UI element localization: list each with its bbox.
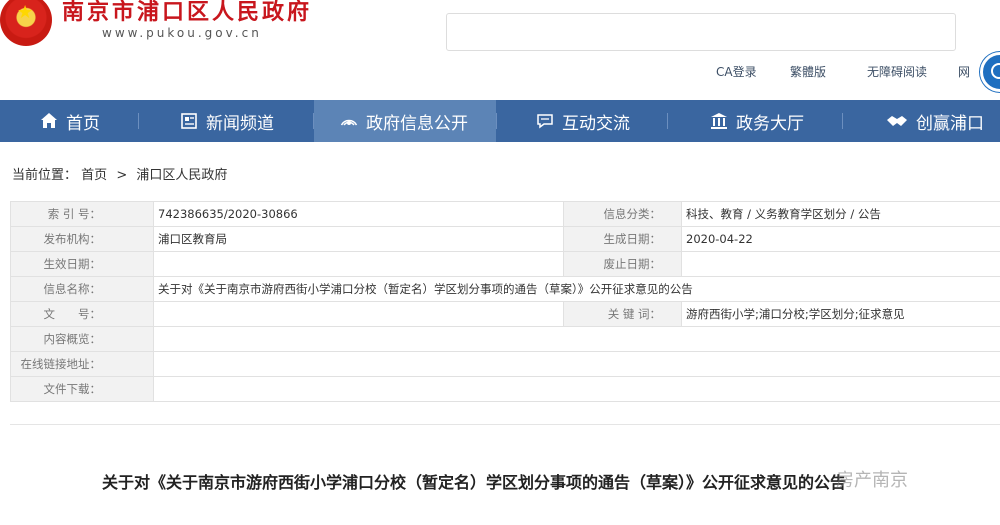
nav-win-pukou[interactable]: 创赢浦口 — [886, 100, 984, 142]
summary-label: 内容概览： — [11, 327, 154, 352]
home-icon — [40, 112, 58, 130]
site-title[interactable]: 南京市浦口区人民政府 — [62, 0, 312, 26]
watermark: 房产南京 — [836, 466, 908, 492]
publisher-label: 发布机构： — [11, 227, 154, 252]
table-row: 文 号： 关 键 词： 游府西街小学;浦口分校;学区划分;征求意见 — [11, 302, 1000, 327]
category-value: 科技、教育 / 义务教育学区划分 / 公告 — [682, 202, 1000, 227]
nav-label: 互动交流 — [562, 109, 630, 134]
nav-label: 首页 — [66, 109, 100, 134]
summary-value — [154, 327, 1000, 352]
table-row: 在线链接地址： — [11, 352, 1000, 377]
keywords-value: 游府西街小学;浦口分校;学区划分;征求意见 — [682, 302, 1000, 327]
repeal-label: 废止日期： — [564, 252, 682, 277]
breadcrumb: 当前位置： 首页 > 浦口区人民政府 — [12, 164, 227, 183]
link-value[interactable] — [154, 352, 1000, 377]
nav-gov-info[interactable]: 政府信息公开 — [314, 100, 496, 142]
created-value: 2020-04-22 — [682, 227, 1000, 252]
index-label: 索 引 号： — [11, 202, 154, 227]
doc-no-value — [154, 302, 564, 327]
accessibility-link[interactable]: 无障碍阅读 — [867, 63, 927, 80]
effective-label: 生效日期： — [11, 252, 154, 277]
breadcrumb-current[interactable]: 浦口区人民政府 — [136, 168, 227, 183]
nav-news[interactable]: 新闻频道 — [180, 100, 274, 142]
breadcrumb-separator: > — [116, 168, 127, 183]
ca-login-link[interactable]: CA登录 — [716, 63, 757, 80]
nav-home[interactable]: 首页 — [40, 100, 100, 142]
nav-label: 新闻频道 — [206, 109, 274, 134]
more-link[interactable]: 网 — [958, 63, 970, 80]
handshake-icon — [886, 112, 908, 130]
created-label: 生成日期： — [564, 227, 682, 252]
table-row: 内容概览： — [11, 327, 1000, 352]
doc-no-label: 文 号： — [11, 302, 154, 327]
link-label: 在线链接地址： — [11, 352, 154, 377]
table-row: 发布机构： 浦口区教育局 生成日期： 2020-04-22 — [11, 227, 1000, 252]
site-header: ★ 南京市浦口区人民政府 www.pukou.gov.cn CA登录 繁體版 无… — [0, 0, 1000, 100]
traditional-chinese-link[interactable]: 繁體版 — [790, 63, 826, 80]
nav-label: 政务大厅 — [736, 109, 804, 134]
nav-label: 政府信息公开 — [366, 109, 468, 134]
name-value: 关于对《关于南京市游府西街小学浦口分校（暂定名）学区划分事项的通告（草案）》公开… — [154, 277, 1000, 302]
broadcast-icon — [340, 112, 358, 130]
breadcrumb-home[interactable]: 首页 — [81, 168, 107, 183]
search-input[interactable] — [446, 13, 956, 51]
news-icon — [180, 112, 198, 130]
nav-interaction[interactable]: 互动交流 — [536, 100, 630, 142]
download-value[interactable] — [154, 377, 1000, 402]
nav-label: 创赢浦口 — [916, 109, 984, 134]
download-label: 文件下载： — [11, 377, 154, 402]
breadcrumb-prefix: 当前位置： — [12, 168, 77, 183]
chat-icon — [536, 112, 554, 130]
keywords-label: 关 键 词： — [564, 302, 682, 327]
repeal-value — [682, 252, 1000, 277]
table-row: 索 引 号： 742386635/2020-30866 信息分类： 科技、教育 … — [11, 202, 1000, 227]
main-nav: 首页 新闻频道 政府信息公开 互动交流 政务大厅 创赢浦口 — [0, 100, 1000, 142]
index-value: 742386635/2020-30866 — [154, 202, 564, 227]
table-row: 生效日期： 废止日期： — [11, 252, 1000, 277]
publisher-value: 浦口区教育局 — [154, 227, 564, 252]
effective-value — [154, 252, 564, 277]
table-row: 信息名称： 关于对《关于南京市游府西街小学浦口分校（暂定名）学区划分事项的通告（… — [11, 277, 1000, 302]
site-url: www.pukou.gov.cn — [102, 26, 262, 40]
category-label: 信息分类： — [564, 202, 682, 227]
table-row: 文件下载： — [11, 377, 1000, 402]
article-title: 关于对《关于南京市游府西街小学浦口分校（暂定名）学区划分事项的通告（草案）》公开… — [102, 469, 846, 493]
national-emblem-logo: ★ — [0, 0, 52, 46]
info-table: 索 引 号： 742386635/2020-30866 信息分类： 科技、教育 … — [10, 201, 1000, 402]
top-links: CA登录 繁體版 无障碍阅读 网 — [0, 63, 1000, 81]
hall-icon — [710, 112, 728, 130]
nav-service-hall[interactable]: 政务大厅 — [710, 100, 804, 142]
name-label: 信息名称： — [11, 277, 154, 302]
